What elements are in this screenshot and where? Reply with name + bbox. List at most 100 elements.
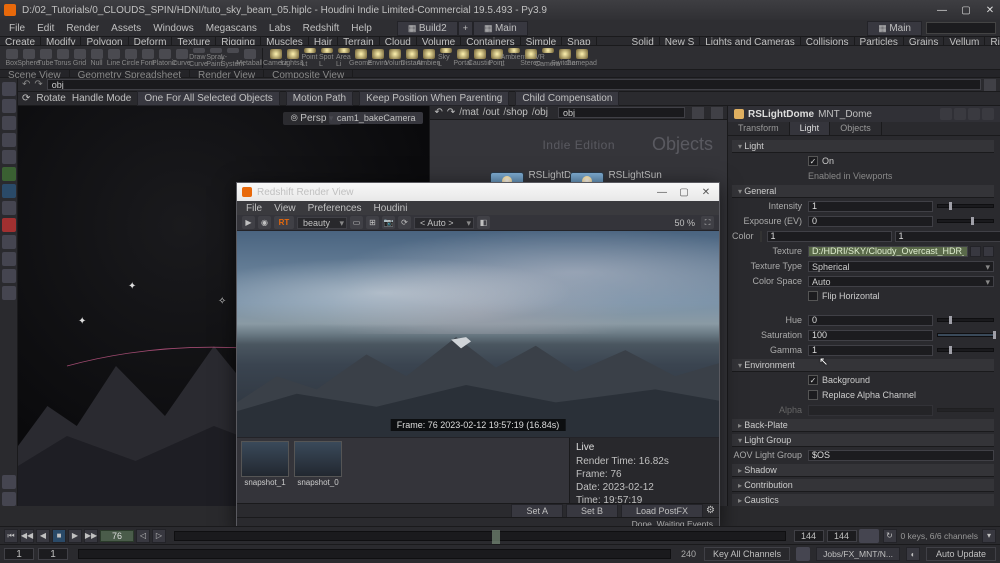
shelf-tool[interactable]: Metaball — [242, 48, 257, 68]
rs-fx-gear-icon[interactable]: ⚙ — [706, 505, 715, 516]
tool-display2[interactable] — [2, 492, 16, 506]
check-on[interactable] — [808, 156, 818, 166]
auto-update-dropdown[interactable]: Auto Update — [926, 547, 996, 561]
rs-snapshot-1[interactable]: snapshot_1 — [240, 441, 290, 500]
tool-render[interactable] — [2, 201, 16, 215]
desktop-tab-add[interactable]: + — [458, 21, 473, 36]
minimize-button[interactable]: — — [936, 4, 948, 16]
play-stop[interactable]: ■ — [52, 529, 66, 543]
check-replacealpha[interactable] — [808, 390, 818, 400]
param-help-icon[interactable] — [968, 108, 980, 120]
menu-render[interactable]: Render — [61, 22, 104, 35]
help-search[interactable] — [926, 22, 996, 34]
shelf-tool-light[interactable]: Ambien — [421, 48, 436, 68]
shelf-tool-light[interactable]: Geome — [353, 48, 368, 68]
rs-lock-icon[interactable]: ⟳ — [398, 216, 411, 229]
crumb-shop[interactable]: /shop — [503, 107, 527, 118]
param-node-name[interactable]: MNT_Dome — [818, 109, 872, 120]
shelf-tool[interactable]: Platonic — [157, 48, 172, 68]
rs-menu-file[interactable]: File — [242, 203, 266, 214]
shelf-tool-light[interactable]: Lights& — [285, 48, 300, 68]
shelf-tool[interactable]: Circle — [123, 48, 138, 68]
network-fwd-icon[interactable]: ↷ — [447, 107, 455, 118]
shelf-tool-light[interactable]: Gamepad — [574, 48, 589, 68]
crumb-obj[interactable]: /obj — [532, 107, 548, 118]
rs-misc-icon[interactable]: ◧ — [477, 216, 490, 229]
range-track[interactable] — [78, 549, 671, 559]
play-prev[interactable]: ◀◀ — [20, 529, 34, 543]
redshift-render-window[interactable]: Redshift Render View — ▢ ✕ File View Pre… — [236, 182, 720, 530]
shelf-tab[interactable]: Snap — [562, 37, 596, 45]
playbar-loop[interactable]: ↻ — [883, 529, 897, 543]
shelf-tool[interactable]: Torus — [55, 48, 70, 68]
input-color-r[interactable] — [767, 231, 892, 242]
network-path-btn[interactable] — [692, 107, 704, 119]
maximize-button[interactable]: ▢ — [960, 4, 972, 16]
section-backplate[interactable]: Back-Plate — [732, 419, 994, 432]
rs-zoom-fit[interactable]: ⛶ — [701, 216, 714, 229]
shelf-tab[interactable]: Solid — [627, 37, 660, 45]
rs-menu-houdini[interactable]: Houdini — [370, 203, 412, 214]
menu-assets[interactable]: Assets — [106, 22, 146, 35]
rs-ipr-button[interactable]: ◉ — [258, 216, 271, 229]
shelf-tool-light[interactable]: Ambient L — [506, 48, 521, 68]
shelf-tab[interactable]: Deform — [129, 37, 173, 45]
manual-toggle[interactable]: ◐ — [906, 547, 920, 561]
input-hue[interactable] — [808, 315, 933, 326]
shelf-tool[interactable]: Null — [89, 48, 104, 68]
tool-misc2[interactable] — [2, 252, 16, 266]
tool-misc4[interactable] — [2, 286, 16, 300]
rs-auto-dropdown[interactable]: < Auto > — [414, 217, 474, 229]
shelf-tab[interactable]: Simple — [521, 37, 563, 45]
menu-megascans[interactable]: Megascans — [201, 22, 262, 35]
menu-windows[interactable]: Windows — [148, 22, 199, 35]
play-next[interactable]: ▶▶ — [84, 529, 98, 543]
shelf-tab[interactable]: Particles — [855, 37, 904, 45]
shelf-tab[interactable]: Create — [0, 37, 41, 45]
tool-handles[interactable] — [2, 150, 16, 164]
tool-scale[interactable] — [2, 133, 16, 147]
tool-misc1[interactable] — [2, 235, 16, 249]
camera-menu[interactable]: cam1_bakeCamera — [329, 112, 424, 124]
dropdown-textype[interactable]: Spherical — [808, 261, 994, 272]
rotate-mode-icon[interactable]: ⟳ — [22, 93, 30, 104]
tool-rotate[interactable] — [2, 116, 16, 130]
param-tab-transform[interactable]: Transform — [728, 122, 790, 135]
network-back-icon[interactable]: ↶ — [434, 107, 442, 118]
rs-region-icon[interactable]: ▭ — [350, 216, 363, 229]
pane-tab-compview[interactable]: Composite View — [264, 70, 353, 77]
color-swatch[interactable] — [760, 231, 762, 242]
keyall-dropdown[interactable]: Key All Channels — [704, 547, 790, 561]
menu-file[interactable]: File — [4, 22, 30, 35]
param-pin-icon[interactable] — [954, 108, 966, 120]
shelf-tool-light[interactable]: Caustic — [472, 48, 487, 68]
shelf-tool-light[interactable]: Point Lt — [302, 48, 317, 68]
desktop-right[interactable]: ▦ Main — [867, 21, 922, 36]
section-general[interactable]: General — [732, 185, 994, 198]
rs-loadfx-button[interactable]: Load PostFX — [621, 504, 703, 518]
tool-view[interactable] — [2, 184, 16, 198]
input-saturation[interactable] — [808, 330, 933, 341]
tool-snap[interactable] — [2, 167, 16, 181]
input-color-g[interactable] — [895, 231, 1000, 242]
play-back[interactable]: ◀ — [36, 529, 50, 543]
shelf-tab[interactable]: Containers — [461, 37, 520, 45]
shelf-tool-light[interactable]: Sky L — [438, 48, 453, 68]
check-fliph[interactable] — [808, 291, 818, 301]
shelf-tab[interactable]: Volume — [417, 37, 461, 45]
shelf-tool[interactable]: Curve — [174, 48, 189, 68]
shelf-tool[interactable]: Tube — [38, 48, 53, 68]
rs-rt-button[interactable]: RT — [274, 216, 294, 229]
menu-edit[interactable]: Edit — [32, 22, 59, 35]
shelf-tab[interactable]: Rigging — [216, 37, 261, 45]
tool-display[interactable] — [2, 475, 16, 489]
shelf-tab[interactable]: Lights and Cameras — [700, 37, 801, 45]
texture-menu-icon[interactable] — [983, 246, 994, 257]
shelf-tab[interactable]: Muscles — [261, 37, 309, 45]
range-start[interactable] — [4, 548, 34, 560]
section-shadow[interactable]: Shadow — [732, 464, 994, 477]
play-fwd[interactable]: ▶ — [68, 529, 82, 543]
param-gear-icon[interactable] — [940, 108, 952, 120]
tool-select[interactable] — [2, 82, 16, 96]
menu-labs[interactable]: Labs — [264, 22, 296, 35]
